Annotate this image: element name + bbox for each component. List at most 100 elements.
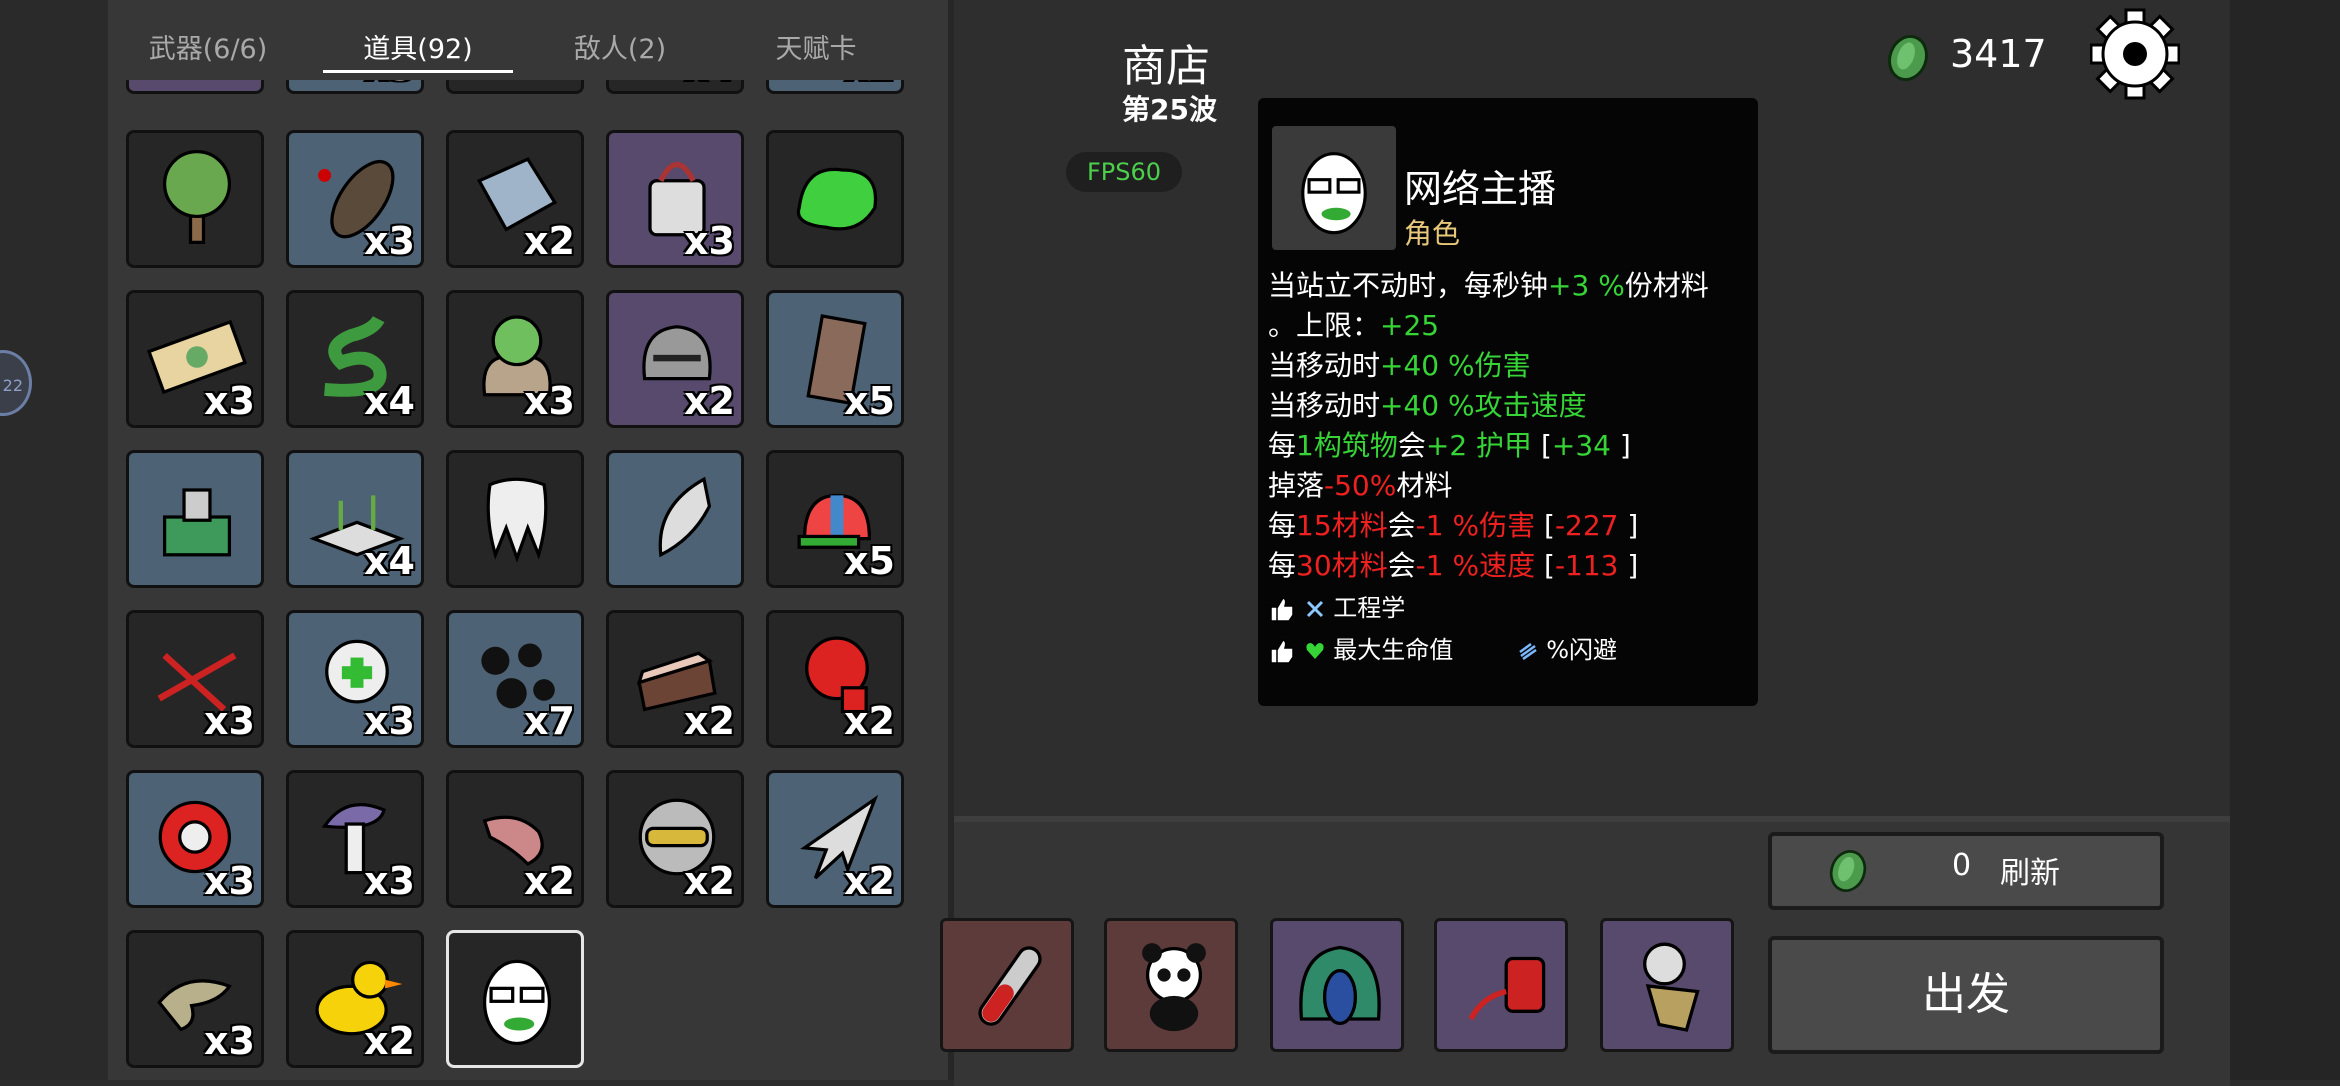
tools-icon	[1306, 600, 1323, 618]
character-portrait	[1272, 126, 1396, 250]
item-count: x2	[524, 219, 575, 263]
item-count: x3	[364, 699, 415, 743]
stat-line: 每30材料会-1 %速度 [-113 ]	[1268, 549, 1639, 582]
item-count: x3	[204, 379, 255, 423]
item-count: x2	[364, 1019, 415, 1063]
item-cell[interactable]: x2	[606, 610, 744, 748]
item-cell[interactable]: x2	[766, 610, 904, 748]
test-tube-icon	[978, 946, 1042, 1026]
item-count: x3	[204, 699, 255, 743]
tree-icon	[162, 150, 232, 244]
stat-line: 当移动时+40 %伤害	[1268, 349, 1531, 382]
shield-shard-icon	[658, 476, 712, 558]
item-cell[interactable]: x3	[126, 930, 264, 1068]
item-cell[interactable]: x5	[766, 290, 904, 428]
item-cell[interactable]: x7	[446, 610, 584, 748]
item-cell-selected[interactable]	[446, 930, 584, 1068]
item-cell[interactable]: x4	[286, 450, 424, 588]
turret-machine-icon	[162, 488, 232, 557]
wave-label: 第25波	[1122, 93, 1217, 126]
tab-weapons[interactable]: 武器(6/6)	[108, 28, 308, 72]
tab-enemies[interactable]: 敌人(2)	[520, 28, 720, 72]
tag-label: 最大生命值	[1333, 636, 1454, 664]
stat-line: 当站立不动时，每秒钟+3 %份材料	[1268, 269, 1709, 302]
item-count: x4	[364, 379, 415, 423]
tag-label: %闪避	[1546, 636, 1618, 664]
item-cell[interactable]	[446, 450, 584, 588]
item-cell[interactable]: x2	[446, 770, 584, 908]
thumbs-up-icon	[1270, 597, 1294, 622]
item-count: x7	[524, 699, 575, 743]
item-cell[interactable]: x3	[126, 770, 264, 908]
left-gutter	[0, 0, 108, 1080]
shop-title: 商店	[1122, 41, 1210, 92]
item-cell[interactable]: x3	[286, 130, 424, 268]
green-slime-icon	[796, 167, 878, 231]
item-cell[interactable]: x2	[286, 930, 424, 1068]
item-count: x3	[524, 379, 575, 423]
item-count: x3	[204, 1019, 255, 1063]
item-cell[interactable]: x3	[126, 610, 264, 748]
shop-item[interactable]	[940, 918, 1074, 1052]
item-count: x3	[364, 219, 415, 263]
item-cell[interactable]	[126, 130, 264, 268]
item-cell[interactable]: x3	[286, 610, 424, 748]
item-cell[interactable]: x3	[446, 290, 584, 428]
blood-bag-icon	[1468, 956, 1546, 1021]
item-cell[interactable]: x2	[446, 130, 584, 268]
item-cell[interactable]: x2	[766, 770, 904, 908]
stat-line: 。上限：+25	[1268, 309, 1440, 342]
item-cell[interactable]: x2	[606, 770, 744, 908]
item-cell[interactable]	[126, 450, 264, 588]
item-count: x2	[844, 859, 895, 903]
thumbs-up-icon	[1270, 639, 1294, 664]
item-cell[interactable]: x2	[606, 290, 744, 428]
panda-icon	[1142, 943, 1206, 1032]
stat-line: 当移动时+40 %攻击速度	[1268, 389, 1587, 422]
gear-icon[interactable]	[2090, 6, 2180, 102]
tag-label: 工程学	[1333, 594, 1406, 622]
item-cell[interactable]: x3	[126, 290, 264, 428]
synergy-tag-engineering: 工程学	[1268, 588, 1405, 623]
synergy-tag-max-hp: 最大生命值 %闪避	[1268, 630, 1617, 665]
peacock-icon	[1299, 945, 1381, 1026]
stat-line: 掉落-50%材料	[1268, 469, 1453, 502]
item-cell[interactable]: x3	[606, 130, 744, 268]
heart-icon	[1306, 643, 1324, 659]
material-coin-icon	[1829, 850, 1867, 892]
item-count: x2	[684, 699, 735, 743]
tooth-icon	[486, 477, 548, 563]
streamer-egg-icon	[482, 959, 552, 1046]
item-count: x5	[844, 539, 895, 583]
item-count: x2	[524, 859, 575, 903]
inventory-tabs: 武器(6/6) 道具(92) 敌人(2) 天赋卡	[108, 0, 948, 80]
tab-talent-cards[interactable]: 天赋卡	[716, 28, 916, 72]
tab-items[interactable]: 道具(92)	[318, 28, 518, 72]
refresh-label: 刷新	[2000, 856, 2060, 891]
material-count: 3417	[1950, 32, 2047, 76]
shop-item[interactable]	[1434, 918, 1568, 1052]
stat-line: 每1构筑物会+2 护甲 [+34 ]	[1268, 429, 1631, 462]
straw-doll-icon	[1643, 942, 1700, 1032]
stat-line: 每15材料会-1 %伤害 [-227 ]	[1268, 509, 1639, 542]
inventory-panel: 武器(6/6) 道具(92) 敌人(2) 天赋卡 x3 x4 x2 x3 x2 …	[108, 0, 948, 1080]
item-cell[interactable]: x5	[766, 450, 904, 588]
go-button[interactable]: 出发	[1768, 936, 2164, 1054]
fps-counter: FPS60	[1066, 152, 1182, 192]
item-count: x2	[844, 699, 895, 743]
item-cell[interactable]: x4	[286, 290, 424, 428]
streamer-egg-icon	[1301, 152, 1367, 235]
item-cell[interactable]	[606, 450, 744, 588]
item-count: x2	[684, 859, 735, 903]
shop-item[interactable]	[1104, 918, 1238, 1052]
active-tab-underline	[323, 70, 513, 73]
item-cell[interactable]: x3	[286, 770, 424, 908]
dodge-icon	[1518, 642, 1537, 661]
refresh-button[interactable]: 0 刷新	[1768, 832, 2164, 910]
item-count: x3	[684, 219, 735, 263]
shop-item[interactable]	[1600, 918, 1734, 1052]
item-count: x3	[364, 859, 415, 903]
item-cell[interactable]	[766, 130, 904, 268]
shop-item[interactable]	[1270, 918, 1404, 1052]
item-count: x5	[844, 379, 895, 423]
